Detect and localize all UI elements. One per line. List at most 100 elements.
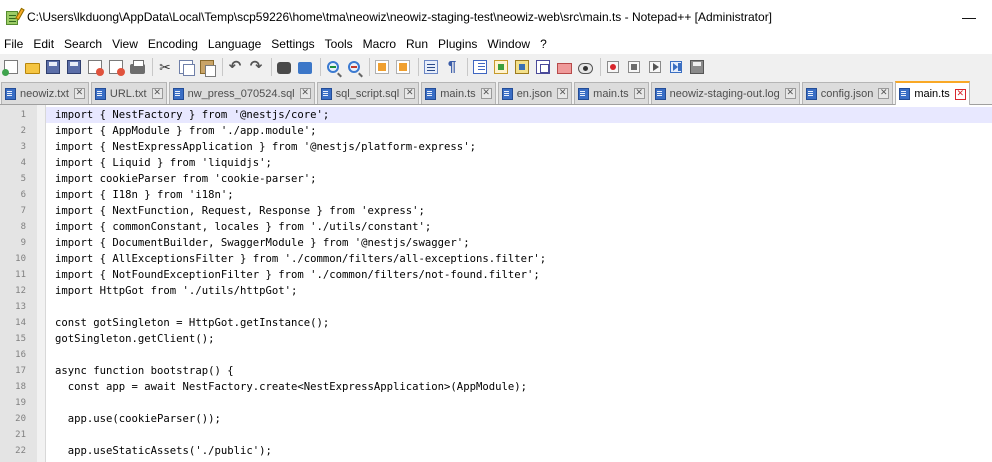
monitoring-button[interactable] [576, 57, 594, 77]
start-recording-button[interactable] [604, 57, 622, 77]
code-line[interactable]: 17 async function bootstrap() { [0, 363, 992, 379]
copy-button[interactable] [177, 57, 195, 77]
tab-close-icon[interactable]: ✕ [404, 88, 416, 99]
code-line[interactable]: 21 [0, 427, 992, 443]
tab-close-icon[interactable]: ✕ [557, 88, 569, 99]
toolbar-separator [222, 58, 223, 76]
close-button[interactable] [86, 57, 104, 77]
menu-settings[interactable]: Settings [266, 34, 319, 54]
code-line[interactable]: 11 import { NotFoundExceptionFilter } fro… [0, 267, 992, 283]
find-button[interactable] [275, 57, 293, 77]
print-button[interactable] [128, 57, 146, 77]
tab-close-icon[interactable]: ✕ [73, 88, 85, 99]
replace-button[interactable] [296, 57, 314, 77]
code-line[interactable]: 4 import { Liquid } from 'liquidjs'; [0, 155, 992, 171]
tab-sql-script-sql[interactable]: sql_script.sql ✕ [316, 82, 420, 104]
stop-recording-button[interactable] [625, 57, 643, 77]
code-line[interactable]: 18 const app = await NestFactory.create<… [0, 379, 992, 395]
menu-run[interactable]: Run [401, 34, 433, 54]
tab-close-icon[interactable]: ✕ [633, 88, 645, 99]
zoom-out-button[interactable] [345, 57, 363, 77]
undo-button[interactable]: ↶ [226, 57, 244, 77]
code-editor[interactable]: 1 import { NestFactory } from '@nestjs/co… [0, 105, 992, 462]
code-line[interactable]: 13 [0, 299, 992, 315]
close-all-button[interactable] [107, 57, 125, 77]
tab-url-txt[interactable]: URL.txt ✕ [90, 82, 167, 104]
code-line[interactable]: 9 import { DocumentBuilder, SwaggerModule… [0, 235, 992, 251]
redo-button[interactable]: ↷ [247, 57, 265, 77]
show-all-characters-button[interactable]: ¶ [443, 57, 461, 77]
line-number: 15 [15, 334, 26, 344]
code-line[interactable]: 2 import { AppModule } from './app.module… [0, 123, 992, 139]
menu-encoding[interactable]: Encoding [143, 34, 203, 54]
tab-close-icon[interactable]: ✕ [878, 88, 890, 99]
code-line[interactable]: 20 app.use(cookieParser()); [0, 411, 992, 427]
tab-label: en.json [516, 87, 553, 100]
menu-help[interactable]: ? [535, 34, 552, 54]
tab-main-ts[interactable]: main.ts ✕ [574, 82, 649, 104]
notepad-plus-plus-logo-icon [5, 7, 25, 25]
tab-close-icon[interactable]: ✕ [784, 88, 796, 99]
tab-close-icon[interactable]: ✕ [480, 88, 492, 99]
code-line[interactable]: 5 import cookieParser from 'cookie-parser… [0, 171, 992, 187]
menu-window[interactable]: Window [482, 34, 535, 54]
new-file-button[interactable] [2, 57, 20, 77]
paste-button[interactable] [198, 57, 216, 77]
menu-tools[interactable]: Tools [320, 34, 358, 54]
run-macro-multiple-button[interactable] [667, 57, 685, 77]
code-line[interactable]: 3 import { NestExpressApplication } from … [0, 139, 992, 155]
menu-file[interactable]: File [0, 34, 28, 54]
paste-icon [200, 60, 216, 77]
tab-en-json[interactable]: en.json ✕ [497, 82, 573, 104]
code-line[interactable]: 8 import { commonConstant, locales } from… [0, 219, 992, 235]
copy-icon [179, 60, 195, 76]
menu-macro[interactable]: Macro [358, 34, 401, 54]
menu-view[interactable]: View [107, 34, 143, 54]
tab-label: sql_script.sql [335, 87, 400, 100]
save-all-button[interactable] [65, 57, 83, 77]
playback-button[interactable] [646, 57, 664, 77]
indent-guide-button[interactable] [471, 57, 489, 77]
function-list-button[interactable] [534, 57, 552, 77]
save-recorded-macro-button[interactable] [688, 57, 706, 77]
code-line[interactable]: 16 [0, 347, 992, 363]
tab-neowiz-txt[interactable]: neowiz.txt ✕ [1, 82, 89, 104]
zoom-in-button[interactable] [324, 57, 342, 77]
sync-vertical-button[interactable] [373, 57, 391, 77]
code-line[interactable]: 19 [0, 395, 992, 411]
user-defined-language-button[interactable] [492, 57, 510, 77]
tab-close-icon[interactable]: ✕ [151, 88, 163, 99]
tab-main-ts-active[interactable]: main.ts ✕ [895, 81, 970, 105]
tab-main-ts[interactable]: main.ts ✕ [421, 82, 496, 104]
document-map-button[interactable] [513, 57, 531, 77]
cut-button[interactable]: ✂ [156, 57, 174, 77]
tab-label: neowiz.txt [20, 87, 69, 100]
folder-as-workspace-button[interactable] [555, 57, 573, 77]
open-file-button[interactable] [23, 57, 41, 77]
tab-close-icon[interactable]: ✕ [299, 88, 311, 99]
code-line[interactable]: 10 import { AllExceptionsFilter } from '.… [0, 251, 992, 267]
tab-label: main.ts [914, 88, 950, 100]
word-wrap-button[interactable] [422, 57, 440, 77]
menu-language[interactable]: Language [203, 34, 266, 54]
tab-config-json[interactable]: config.json ✕ [801, 82, 894, 104]
tab-close-icon[interactable]: ✕ [954, 88, 966, 100]
sync-horizontal-button[interactable] [394, 57, 412, 77]
code-line[interactable]: 14 const gotSingleton = HttpGot.getInstan… [0, 315, 992, 331]
tab-nw-press-sql[interactable]: nw_press_070524.sql ✕ [168, 82, 315, 104]
save-button[interactable] [44, 57, 62, 77]
tab-staging-out-log[interactable]: neowiz-staging-out.log ✕ [650, 82, 800, 104]
code-line[interactable]: 22 app.useStaticAssets('./public'); [0, 443, 992, 459]
line-number: 13 [15, 302, 26, 312]
menu-search[interactable]: Search [59, 34, 107, 54]
run-macro-multiple-icon [670, 61, 682, 73]
file-icon [805, 87, 817, 100]
code-line[interactable]: 12 import HttpGot from './utils/httpGot'; [0, 283, 992, 299]
code-line[interactable]: 15 gotSingleton.getClient(); [0, 331, 992, 347]
code-line[interactable]: 6 import { I18n } from 'i18n'; [0, 187, 992, 203]
menu-edit[interactable]: Edit [28, 34, 59, 54]
minimize-button[interactable]: — [946, 0, 992, 34]
code-line[interactable]: 7 import { NextFunction, Request, Respons… [0, 203, 992, 219]
menu-plugins[interactable]: Plugins [433, 34, 482, 54]
code-line[interactable]: 1 import { NestFactory } from '@nestjs/co… [0, 107, 992, 123]
